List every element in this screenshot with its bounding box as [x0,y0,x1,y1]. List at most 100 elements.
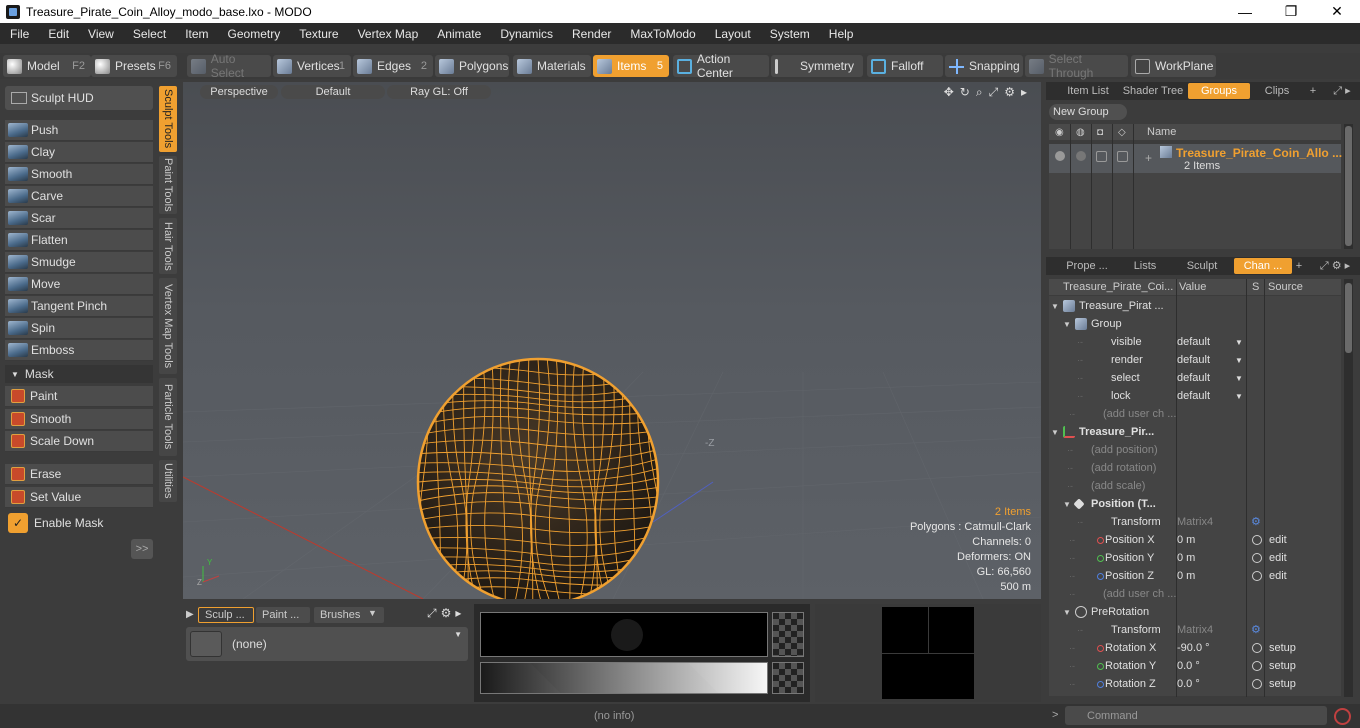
channel-row[interactable]: ▼ Position (T... [1049,495,1341,513]
expand-panel-button[interactable]: >> [131,539,153,559]
tab-hair-tools[interactable]: Hair Tools [159,218,177,274]
gradient-ramp[interactable] [480,662,768,694]
channel-row[interactable]: ·- Transform Matrix4 ⚙ [1049,513,1341,531]
tab-paint-brush[interactable]: Paint ... [256,607,310,623]
tool-flatten[interactable]: Flatten [5,230,153,251]
vertices-button[interactable]: Vertices 1 [273,55,351,77]
dropdown-arrow-icon[interactable]: ▼ [1235,356,1243,365]
chevron-right-icon[interactable]: ▸ [455,606,461,621]
menu-maxtomodo[interactable]: MaxToModo [620,27,704,41]
menu-file[interactable]: File [0,27,38,41]
tab-shader-tree[interactable]: Shader Tree [1120,83,1186,99]
action-center-button[interactable]: Action Center [673,52,769,80]
channel-row[interactable]: ·- Transform Matrix4 ⚙ [1049,621,1341,639]
tab-sculpt-brush[interactable]: Sculp ... [198,607,254,623]
command-input[interactable]: Command [1065,706,1327,725]
gradient-swatch[interactable] [772,662,804,694]
gear-icon[interactable]: ⚙ [441,606,452,621]
channels-scroll-thumb[interactable] [1345,283,1352,353]
coin-mesh[interactable] [416,357,661,599]
brush-selector[interactable]: (none) ▼ [186,627,468,661]
tab-channels[interactable]: Chan ... [1234,258,1292,274]
channel-value[interactable]: 0 m [1177,552,1195,564]
tool-move[interactable]: Move [5,274,153,295]
tab-groups[interactable]: Groups [1188,83,1250,99]
edges-button[interactable]: Edges 2 [353,55,433,77]
chevron-right-icon[interactable]: ▸ [1021,85,1027,100]
tool-spin[interactable]: Spin [5,318,153,339]
tab-sculpt[interactable]: Sculpt [1176,258,1228,274]
tool-tangent-pinch[interactable]: Tangent Pinch [5,296,153,317]
group-row[interactable]: + Treasure_Pirate_Coin_Allo ... 2 Items [1049,144,1342,173]
channel-row[interactable]: ·- Position X 0 m edit [1049,531,1341,549]
pan-icon[interactable]: ✥ [944,85,954,100]
maximize-panel-icon[interactable]: ⤢ [427,606,437,621]
mask-tool-paint[interactable]: Paint [5,386,153,407]
channel-value[interactable]: 0 m [1177,570,1195,582]
channel-row[interactable]: ▼ Treasure_Pirat ... [1049,297,1341,315]
tab-vertex-map-tools[interactable]: Vertex Map Tools [159,278,177,374]
falloff-button[interactable]: Falloff [867,55,943,77]
symmetry-button[interactable]: Symmetry [771,55,863,77]
dropdown-arrow-icon[interactable]: ▼ [368,608,377,618]
tool-carve[interactable]: Carve [5,186,153,207]
raygl-button[interactable]: Ray GL: Off [387,85,491,99]
channel-value[interactable]: 0.0 ° [1177,660,1200,672]
collapse-arrow-icon[interactable]: ▼ [1063,320,1071,329]
texture-swatch[interactable] [772,612,804,657]
tool-scar[interactable]: Scar [5,208,153,229]
tab-lists[interactable]: Lists [1120,258,1170,274]
state-circle-icon[interactable] [1252,661,1262,671]
channel-row[interactable]: ▼ Treasure_Pir... [1049,423,1341,441]
tab-sculpt-tools[interactable]: Sculpt Tools [159,86,177,152]
channel-row[interactable]: ▼ Group [1049,315,1341,333]
channels-scrollbar[interactable] [1344,279,1353,697]
maximize-button[interactable]: ❐ [1268,0,1314,23]
menu-render[interactable]: Render [562,27,620,41]
enable-mask-toggle[interactable]: ✓ Enable Mask [5,512,153,533]
tool-push[interactable]: Push [5,120,153,141]
model-button[interactable]: Model F2 [3,55,91,77]
materials-button[interactable]: Materials [513,55,591,77]
tab-item-list[interactable]: Item List [1058,83,1118,99]
menu-item[interactable]: Item [175,27,217,41]
panel-options-icons[interactable]: ⤢ ▸ [1328,83,1356,99]
channel-row[interactable]: ·- Rotation Y 0.0 ° setup [1049,657,1341,675]
dropdown-arrow-icon[interactable]: ▼ [1235,374,1243,383]
collapse-arrow-icon[interactable]: ▼ [1051,428,1059,437]
menu-vertex-map[interactable]: Vertex Map [348,27,428,41]
tool-smooth[interactable]: Smooth [5,164,153,185]
polygons-button[interactable]: Polygons [435,55,509,77]
menu-texture[interactable]: Texture [289,27,347,41]
groups-scroll-thumb[interactable] [1345,126,1352,246]
collapse-arrow-icon[interactable]: ▼ [1063,608,1071,617]
auto-select-button[interactable]: Auto Select [187,52,271,80]
select-toggle-icon[interactable] [1117,151,1128,162]
menu-select[interactable]: Select [123,27,175,41]
menu-dynamics[interactable]: Dynamics [490,27,562,41]
add-tab-button[interactable]: + [1306,83,1320,99]
channel-value[interactable]: Matrix4 [1177,516,1213,528]
gear-icon[interactable]: ⚙ [1251,623,1261,636]
menu-geometry[interactable]: Geometry [218,27,290,41]
channel-value[interactable]: Matrix4 [1177,624,1213,636]
rotate-icon[interactable]: ↻ [960,85,970,100]
channel-row[interactable]: ▼ PreRotation [1049,603,1341,621]
channel-row[interactable]: ·- select default ▼ [1049,369,1341,387]
brush-texture-preview[interactable] [480,612,768,657]
record-icon[interactable] [1334,708,1351,725]
channel-row[interactable]: ·- (add scale) [1049,477,1341,495]
groups-scrollbar[interactable] [1344,124,1353,249]
sculpt-hud-button[interactable]: Sculpt HUD [5,86,153,110]
collapse-arrow-icon[interactable]: ▼ [1063,500,1071,509]
menu-help[interactable]: Help [819,27,863,41]
tab-properties[interactable]: Prope ... [1058,258,1116,274]
3d-viewport[interactable]: -Z Y Z Perspective Default Ray GL: Off ✥ [183,82,1041,599]
tab-paint-tools[interactable]: Paint Tools [159,156,177,214]
state-circle-icon[interactable] [1252,553,1262,563]
channel-value[interactable]: 0 m [1177,534,1195,546]
channel-value[interactable]: -90.0 ° [1177,642,1210,654]
channel-value[interactable]: default [1177,354,1210,366]
mask-section-header[interactable]: ▼ Mask [5,365,153,383]
select-through-button[interactable]: Select Through [1025,52,1128,80]
